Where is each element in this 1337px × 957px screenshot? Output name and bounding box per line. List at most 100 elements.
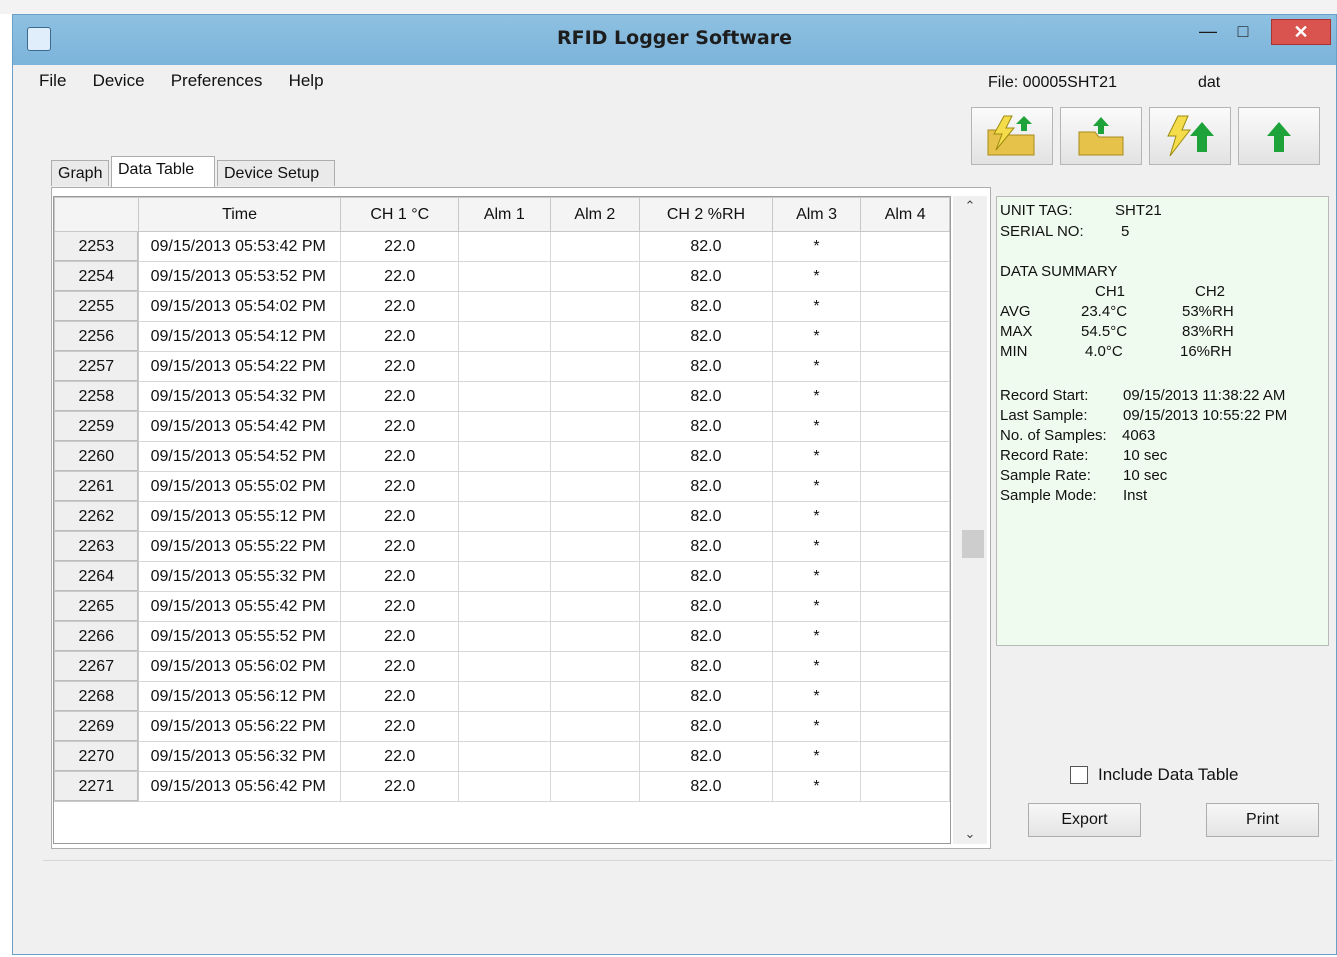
cell-alm3[interactable]: *	[771, 411, 862, 442]
cell-alm1[interactable]	[458, 771, 551, 802]
cell-ch2[interactable]: 82.0	[639, 261, 773, 292]
cell-index[interactable]: 2264	[54, 561, 139, 592]
cell-alm2[interactable]	[549, 681, 641, 712]
cell-alm1[interactable]	[458, 381, 551, 412]
cell-ch1[interactable]: 22.0	[340, 411, 459, 442]
cell-index[interactable]: 2263	[54, 531, 139, 562]
cell-ch1[interactable]: 22.0	[340, 741, 459, 772]
cell-alm1[interactable]	[458, 561, 551, 592]
cell-ch1[interactable]: 22.0	[340, 621, 459, 652]
cell-ch2[interactable]: 82.0	[639, 741, 773, 772]
cell-alm3[interactable]: *	[771, 231, 862, 262]
cell-ch2[interactable]: 82.0	[639, 771, 773, 802]
table-row[interactable]: 2268 09/15/2013 05:56:12 PM 22.0 82.0 *	[54, 681, 950, 712]
cell-ch2[interactable]: 82.0	[639, 681, 773, 712]
column-header-alm4[interactable]: Alm 4	[860, 197, 950, 232]
tab-data-table[interactable]: Data Table	[111, 156, 215, 187]
column-header-alm2[interactable]: Alm 2	[549, 197, 641, 232]
cell-alm1[interactable]	[458, 531, 551, 562]
cell-index[interactable]: 2257	[54, 351, 139, 382]
vertical-scrollbar[interactable]: ⌃ ⌄	[953, 196, 987, 844]
cell-alm2[interactable]	[549, 381, 641, 412]
cell-alm4[interactable]	[860, 591, 950, 622]
cell-ch2[interactable]: 82.0	[639, 711, 773, 742]
table-row[interactable]: 2270 09/15/2013 05:56:32 PM 22.0 82.0 *	[54, 741, 950, 772]
cell-ch2[interactable]: 82.0	[639, 531, 773, 562]
cell-alm3[interactable]: *	[771, 441, 862, 472]
cell-alm3[interactable]: *	[771, 381, 862, 412]
cell-alm1[interactable]	[458, 261, 551, 292]
cell-alm2[interactable]	[549, 231, 641, 262]
cell-time[interactable]: 09/15/2013 05:55:52 PM	[137, 621, 342, 652]
cell-ch2[interactable]: 82.0	[639, 501, 773, 532]
data-grid[interactable]: Time CH 1 °C Alm 1 Alm 2 CH 2 %RH Alm 3 …	[53, 196, 951, 844]
cell-time[interactable]: 09/15/2013 05:56:22 PM	[137, 711, 342, 742]
download-button[interactable]	[1149, 107, 1231, 165]
cell-ch2[interactable]: 82.0	[639, 561, 773, 592]
cell-ch2[interactable]: 82.0	[639, 411, 773, 442]
cell-index[interactable]: 2269	[54, 711, 139, 742]
cell-alm3[interactable]: *	[771, 531, 862, 562]
cell-alm1[interactable]	[458, 441, 551, 472]
cell-alm2[interactable]	[549, 501, 641, 532]
cell-index[interactable]: 2260	[54, 441, 139, 472]
cell-time[interactable]: 09/15/2013 05:53:42 PM	[137, 231, 342, 262]
cell-alm2[interactable]	[549, 351, 641, 382]
cell-time[interactable]: 09/15/2013 05:54:42 PM	[137, 411, 342, 442]
cell-alm4[interactable]	[860, 471, 950, 502]
cell-alm2[interactable]	[549, 261, 641, 292]
cell-index[interactable]: 2270	[54, 741, 139, 772]
cell-ch1[interactable]: 22.0	[340, 771, 459, 802]
cell-time[interactable]: 09/15/2013 05:54:52 PM	[137, 441, 342, 472]
cell-alm4[interactable]	[860, 261, 950, 292]
include-data-table-checkbox[interactable]	[1070, 766, 1088, 784]
scroll-up-icon[interactable]: ⌃	[953, 198, 987, 214]
cell-time[interactable]: 09/15/2013 05:55:32 PM	[137, 561, 342, 592]
cell-time[interactable]: 09/15/2013 05:55:42 PM	[137, 591, 342, 622]
table-row[interactable]: 2256 09/15/2013 05:54:12 PM 22.0 82.0 *	[54, 321, 950, 352]
cell-alm3[interactable]: *	[771, 741, 862, 772]
cell-time[interactable]: 09/15/2013 05:55:22 PM	[137, 531, 342, 562]
cell-alm4[interactable]	[860, 621, 950, 652]
cell-index[interactable]: 2267	[54, 651, 139, 682]
table-row[interactable]: 2258 09/15/2013 05:54:32 PM 22.0 82.0 *	[54, 381, 950, 412]
cell-alm2[interactable]	[549, 531, 641, 562]
column-header-index[interactable]	[54, 197, 139, 232]
column-header-ch1[interactable]: CH 1 °C	[340, 197, 459, 232]
tab-device-setup[interactable]: Device Setup	[217, 160, 335, 186]
cell-alm1[interactable]	[458, 681, 551, 712]
cell-alm1[interactable]	[458, 621, 551, 652]
menu-help[interactable]: Help	[289, 71, 324, 91]
cell-index[interactable]: 2254	[54, 261, 139, 292]
table-row[interactable]: 2269 09/15/2013 05:56:22 PM 22.0 82.0 *	[54, 711, 950, 742]
table-row[interactable]: 2254 09/15/2013 05:53:52 PM 22.0 82.0 *	[54, 261, 950, 292]
cell-ch2[interactable]: 82.0	[639, 231, 773, 262]
cell-ch2[interactable]: 82.0	[639, 651, 773, 682]
cell-time[interactable]: 09/15/2013 05:56:32 PM	[137, 741, 342, 772]
cell-alm4[interactable]	[860, 651, 950, 682]
cell-alm3[interactable]: *	[771, 561, 862, 592]
cell-index[interactable]: 2265	[54, 591, 139, 622]
menu-preferences[interactable]: Preferences	[171, 71, 263, 91]
cell-alm4[interactable]	[860, 741, 950, 772]
cell-alm2[interactable]	[549, 651, 641, 682]
cell-alm3[interactable]: *	[771, 471, 862, 502]
cell-alm3[interactable]: *	[771, 651, 862, 682]
cell-alm2[interactable]	[549, 591, 641, 622]
cell-alm3[interactable]: *	[771, 621, 862, 652]
cell-time[interactable]: 09/15/2013 05:54:22 PM	[137, 351, 342, 382]
cell-alm4[interactable]	[860, 291, 950, 322]
cell-ch1[interactable]: 22.0	[340, 291, 459, 322]
cell-ch2[interactable]: 82.0	[639, 381, 773, 412]
cell-alm2[interactable]	[549, 621, 641, 652]
cell-alm4[interactable]	[860, 351, 950, 382]
column-header-time[interactable]: Time	[137, 197, 342, 232]
cell-alm1[interactable]	[458, 651, 551, 682]
cell-index[interactable]: 2256	[54, 321, 139, 352]
cell-alm1[interactable]	[458, 411, 551, 442]
cell-alm2[interactable]	[549, 771, 641, 802]
cell-alm3[interactable]: *	[771, 681, 862, 712]
table-row[interactable]: 2266 09/15/2013 05:55:52 PM 22.0 82.0 *	[54, 621, 950, 652]
table-row[interactable]: 2261 09/15/2013 05:55:02 PM 22.0 82.0 *	[54, 471, 950, 502]
cell-time[interactable]: 09/15/2013 05:56:02 PM	[137, 651, 342, 682]
